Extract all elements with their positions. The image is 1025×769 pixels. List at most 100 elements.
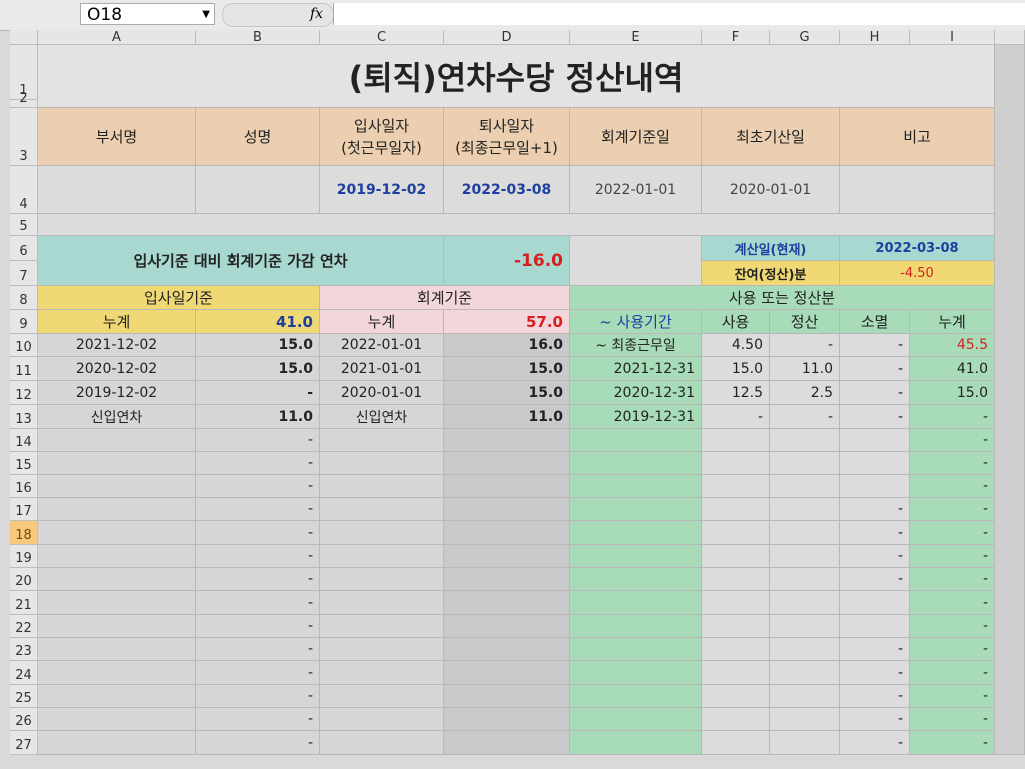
row-header-19[interactable]: 19 — [10, 545, 38, 568]
row-header-23[interactable]: 23 — [10, 638, 38, 661]
cell-B21[interactable]: - — [196, 591, 320, 615]
column-header-E[interactable]: E — [570, 30, 702, 45]
column-header-F[interactable]: F — [702, 30, 770, 45]
cell-B27[interactable]: - — [196, 731, 320, 755]
cell-F18[interactable] — [702, 521, 770, 545]
cell-D25[interactable] — [444, 685, 570, 708]
cell-I19[interactable]: - — [910, 545, 995, 568]
cell-E27[interactable] — [570, 731, 702, 755]
row-header-8[interactable]: 8 — [10, 286, 38, 310]
cell-C21[interactable] — [320, 591, 444, 615]
cell-C11[interactable]: 2021-01-01 — [320, 357, 444, 381]
cell-C22[interactable] — [320, 615, 444, 638]
cell-G15[interactable] — [770, 452, 840, 475]
cell-E16[interactable] — [570, 475, 702, 498]
chevron-down-icon[interactable]: ▼ — [202, 4, 210, 26]
cell-dept[interactable] — [38, 166, 196, 214]
row-header-24[interactable]: 24 — [10, 661, 38, 685]
cell-E20[interactable] — [570, 568, 702, 591]
column-header-H[interactable]: H — [840, 30, 910, 45]
cell-B24[interactable]: - — [196, 661, 320, 685]
cell-B12[interactable]: - — [196, 381, 320, 405]
cell-I15[interactable]: - — [910, 452, 995, 475]
cell-H22[interactable] — [840, 615, 910, 638]
cell-B22[interactable]: - — [196, 615, 320, 638]
cell-A12[interactable]: 2019-12-02 — [38, 381, 196, 405]
cell-D15[interactable] — [444, 452, 570, 475]
cell-I14[interactable]: - — [910, 429, 995, 452]
name-box[interactable]: O18 ▼ — [80, 3, 215, 25]
cell-F13[interactable]: - — [702, 405, 770, 429]
cell-E14[interactable] — [570, 429, 702, 452]
cell-H13[interactable]: - — [840, 405, 910, 429]
cell-D21[interactable] — [444, 591, 570, 615]
cell-B13[interactable]: 11.0 — [196, 405, 320, 429]
cell-F24[interactable] — [702, 661, 770, 685]
cell-I24[interactable]: - — [910, 661, 995, 685]
cell-B19[interactable]: - — [196, 545, 320, 568]
summary-value[interactable]: -16.0 — [444, 236, 570, 286]
cell-I26[interactable]: - — [910, 708, 995, 731]
cell-H14[interactable] — [840, 429, 910, 452]
cell-C24[interactable] — [320, 661, 444, 685]
row-header-14[interactable]: 14 — [10, 429, 38, 452]
cell-E17[interactable] — [570, 498, 702, 521]
column-header-I[interactable]: I — [910, 30, 995, 45]
row-header-18[interactable]: 18 — [10, 521, 38, 545]
cell-A26[interactable] — [38, 708, 196, 731]
cell-D16[interactable] — [444, 475, 570, 498]
cell-I16[interactable]: - — [910, 475, 995, 498]
cell-D10[interactable]: 16.0 — [444, 334, 570, 357]
cell-C25[interactable] — [320, 685, 444, 708]
column-header-A[interactable]: A — [38, 30, 196, 45]
cell-I12[interactable]: 15.0 — [910, 381, 995, 405]
cell-I13[interactable]: - — [910, 405, 995, 429]
cell-C18[interactable] — [320, 521, 444, 545]
row-header-12[interactable]: 12 — [10, 381, 38, 405]
fx-icon[interactable]: fx — [310, 3, 323, 25]
cell-G20[interactable] — [770, 568, 840, 591]
cell-G18[interactable] — [770, 521, 840, 545]
cell-A20[interactable] — [38, 568, 196, 591]
cell-B25[interactable]: - — [196, 685, 320, 708]
cell-note[interactable] — [840, 166, 995, 214]
cell-G16[interactable] — [770, 475, 840, 498]
cell-e6[interactable] — [570, 236, 702, 286]
cell-C16[interactable] — [320, 475, 444, 498]
cell-E10[interactable]: ~ 최종근무일 — [570, 334, 702, 357]
cell-E18[interactable] — [570, 521, 702, 545]
cell-retire-date[interactable]: 2022-03-08 — [444, 166, 570, 214]
cell-A25[interactable] — [38, 685, 196, 708]
cell-D17[interactable] — [444, 498, 570, 521]
cell-E19[interactable] — [570, 545, 702, 568]
cell-G24[interactable] — [770, 661, 840, 685]
balance-value[interactable]: -4.50 — [840, 261, 995, 286]
cell-F27[interactable] — [702, 731, 770, 755]
cell-G25[interactable] — [770, 685, 840, 708]
cell-F11[interactable]: 15.0 — [702, 357, 770, 381]
row-header-17[interactable]: 17 — [10, 498, 38, 521]
cell-H18[interactable]: - — [840, 521, 910, 545]
row-header-5[interactable]: 5 — [10, 214, 38, 236]
cell-C13[interactable]: 신입연차 — [320, 405, 444, 429]
cell-H12[interactable]: - — [840, 381, 910, 405]
cell-F23[interactable] — [702, 638, 770, 661]
column-header-G[interactable]: G — [770, 30, 840, 45]
cell-E26[interactable] — [570, 708, 702, 731]
cell-B20[interactable]: - — [196, 568, 320, 591]
cell-G19[interactable] — [770, 545, 840, 568]
cell-A16[interactable] — [38, 475, 196, 498]
cell-H15[interactable] — [840, 452, 910, 475]
cell-E24[interactable] — [570, 661, 702, 685]
cell-I11[interactable]: 41.0 — [910, 357, 995, 381]
row-header-11[interactable]: 11 — [10, 357, 38, 381]
cell-E22[interactable] — [570, 615, 702, 638]
row-header-13[interactable]: 13 — [10, 405, 38, 429]
cell-A14[interactable] — [38, 429, 196, 452]
cell-D27[interactable] — [444, 731, 570, 755]
cell-D13[interactable]: 11.0 — [444, 405, 570, 429]
cell-A11[interactable]: 2020-12-02 — [38, 357, 196, 381]
cell-H21[interactable] — [840, 591, 910, 615]
cell-A27[interactable] — [38, 731, 196, 755]
cell-F26[interactable] — [702, 708, 770, 731]
